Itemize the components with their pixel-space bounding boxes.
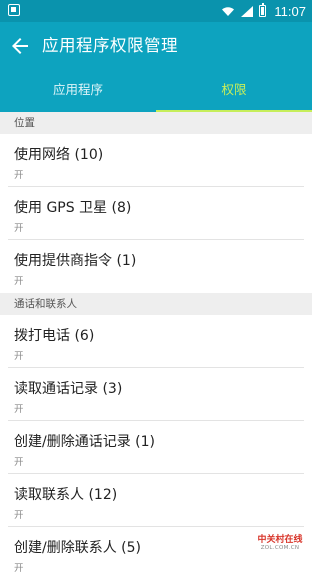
battery-icon bbox=[259, 3, 267, 17]
back-arrow-icon[interactable] bbox=[8, 34, 32, 58]
list-item-title: 读取联系人 (12) bbox=[14, 487, 118, 503]
page-title: 应用程序权限管理 bbox=[42, 36, 178, 55]
list-item[interactable]: 拨打电话 (6) 开 bbox=[0, 315, 312, 368]
list-item-status: 开 bbox=[14, 170, 24, 181]
list-item[interactable]: 创建/删除通话记录 (1) 开 bbox=[0, 421, 312, 474]
list-item[interactable]: 读取通话记录 (3) 开 bbox=[0, 368, 312, 421]
list-item[interactable]: 读取联系人 (12) 开 bbox=[0, 474, 312, 527]
section-header-location: 位置 bbox=[0, 112, 312, 134]
status-bar: 11:07 bbox=[0, 0, 312, 22]
status-icons: 11:07 bbox=[221, 2, 306, 20]
tab-bar: 应用程序 权限 bbox=[0, 70, 312, 112]
list-item[interactable]: 使用 GPS 卫星 (8) 开 bbox=[0, 187, 312, 240]
list-item-title: 使用 GPS 卫星 (8) bbox=[14, 200, 132, 216]
wifi-icon bbox=[221, 6, 235, 17]
permission-list: 位置 使用网络 (10) 开 使用 GPS 卫星 (8) 开 使用提供商指令 (… bbox=[0, 112, 312, 580]
tab-permissions[interactable]: 权限 bbox=[156, 70, 312, 112]
list-item-status: 开 bbox=[14, 510, 24, 521]
list-item-title: 读取通话记录 (3) bbox=[14, 381, 123, 397]
list-item-title: 使用提供商指令 (1) bbox=[14, 253, 137, 269]
signal-icon bbox=[241, 5, 254, 17]
list-item-status: 开 bbox=[14, 351, 24, 362]
list-item[interactable]: 使用网络 (10) 开 bbox=[0, 134, 312, 187]
section-header-calls-contacts: 通话和联系人 bbox=[0, 293, 312, 315]
tab-applications[interactable]: 应用程序 bbox=[0, 70, 156, 112]
watermark-text: 中关村在线 bbox=[257, 535, 303, 545]
app-bar: 应用程序权限管理 bbox=[0, 22, 312, 70]
list-item-status: 开 bbox=[14, 223, 24, 234]
list-item-title: 拨打电话 (6) bbox=[14, 328, 95, 344]
list-item-status: 开 bbox=[14, 404, 24, 415]
list-item-status: 开 bbox=[14, 457, 24, 468]
watermark-logo: 中关村在线 ZOL.COM.CN bbox=[254, 532, 306, 551]
list-item-title: 使用网络 (10) bbox=[14, 147, 104, 163]
status-time: 11:07 bbox=[274, 3, 306, 19]
list-item[interactable]: 使用提供商指令 (1) 开 bbox=[0, 240, 312, 293]
notification-icon bbox=[8, 4, 20, 16]
watermark-domain: ZOL.COM.CN bbox=[260, 545, 300, 551]
list-item-title: 创建/删除通话记录 (1) bbox=[14, 434, 155, 450]
list-item-status: 开 bbox=[14, 563, 24, 574]
list-item-title: 创建/删除联系人 (5) bbox=[14, 540, 141, 556]
list-item-status: 开 bbox=[14, 276, 24, 287]
